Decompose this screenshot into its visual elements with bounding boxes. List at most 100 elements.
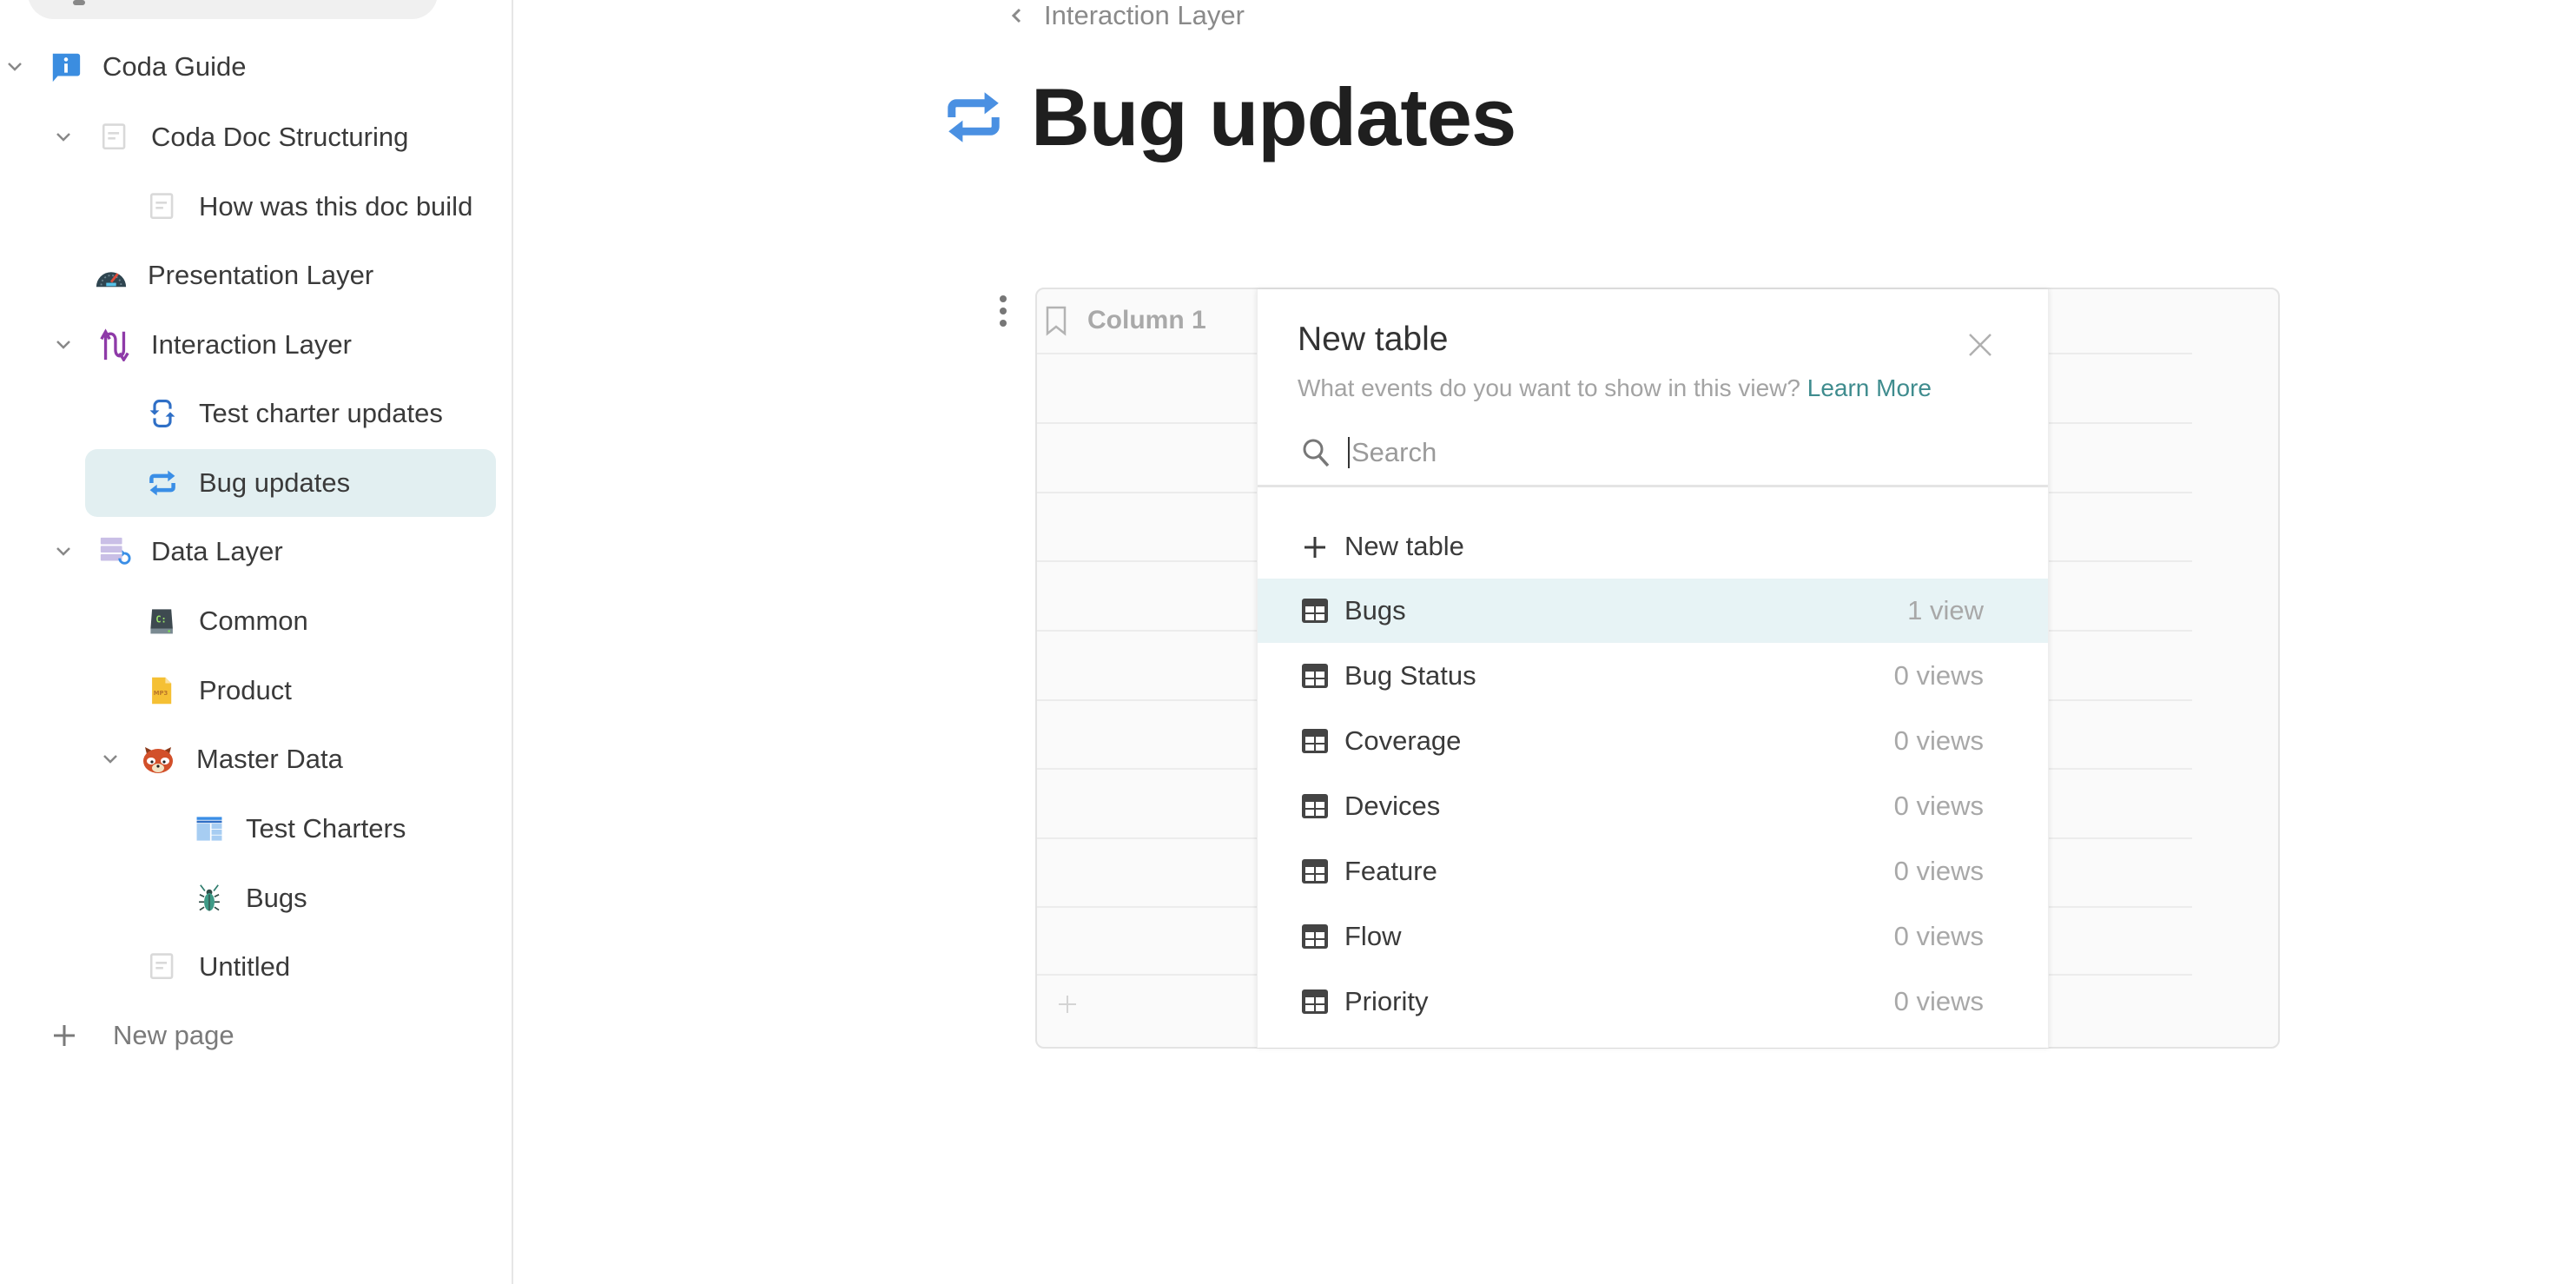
sidebar-item-common[interactable]: C: Common <box>0 587 495 655</box>
svg-text:MP3: MP3 <box>154 690 168 697</box>
refresh-arrows-icon <box>145 396 180 431</box>
option-label: New table <box>1344 531 1464 561</box>
sidebar-item-coda-guide[interactable]: Coda Guide <box>0 33 495 101</box>
column-header-label: Column 1 <box>1087 306 1206 334</box>
table-icon <box>1302 794 1328 818</box>
info-speech-bubble-icon <box>49 50 83 84</box>
sidebar-item-product[interactable]: MP3 Product <box>0 657 495 725</box>
breadcrumb[interactable]: Interaction Layer <box>1007 0 1245 31</box>
learn-more-link[interactable]: Learn More <box>1807 374 1932 401</box>
dialog-subtitle: What events do you want to show in this … <box>1298 374 1932 402</box>
sidebar-item-label: Interaction Layer <box>151 329 352 360</box>
sidebar-item-label: Test charter updates <box>199 398 443 428</box>
sidebar-item-untitled[interactable]: Untitled <box>0 933 495 1001</box>
view-count: 0 views <box>1893 986 1984 1016</box>
table-option[interactable]: Bugs 1 view <box>1258 579 2048 643</box>
chevron-down-icon[interactable] <box>50 124 76 150</box>
chevron-down-icon[interactable] <box>97 746 123 772</box>
view-count: 0 views <box>1893 791 1984 821</box>
table-option[interactable]: Bug Status 0 views <box>1258 644 2048 708</box>
view-count: 0 views <box>1893 660 1984 691</box>
sidebar-item-test-charters[interactable]: Test Charters <box>0 795 495 863</box>
sidebar-item-label: Bugs <box>246 883 307 913</box>
table-option[interactable]: Coverage 0 views <box>1258 709 2048 773</box>
sidebar-item-coda-doc-structuring[interactable]: Coda Doc Structuring <box>0 103 495 171</box>
add-row-icon[interactable] <box>1056 993 1079 1016</box>
chevron-down-icon[interactable] <box>50 332 76 358</box>
repeat-arrows-icon[interactable] <box>942 86 1005 149</box>
sidebar-item-bug-updates[interactable]: Bug updates <box>85 449 496 517</box>
breadcrumb-parent: Interaction Layer <box>1044 0 1245 30</box>
option-label: Coverage <box>1344 725 1462 756</box>
option-label: Flow <box>1344 921 1402 951</box>
table-layout-icon <box>192 811 227 846</box>
bookmark-icon <box>1046 306 1067 336</box>
sidebar-item-label: Coda Doc Structuring <box>151 122 409 152</box>
drive-c-icon: C: <box>145 604 180 639</box>
option-label: Priority <box>1344 986 1429 1016</box>
page-icon <box>145 950 180 984</box>
table-option[interactable]: Flow 0 views <box>1258 904 2048 969</box>
table-option[interactable]: Priority 0 views <box>1258 970 2048 1034</box>
svg-text:C:: C: <box>155 616 166 625</box>
more-options-icon[interactable] <box>997 295 1009 327</box>
search-input[interactable] <box>1348 436 1956 468</box>
sidebar-item-test-charter-updates[interactable]: Test charter updates <box>0 380 495 447</box>
view-count: 0 views <box>1893 921 1984 951</box>
sidebar-item-presentation-layer[interactable]: Presentation Layer <box>0 242 495 309</box>
database-refresh-icon <box>97 534 132 569</box>
beetle-icon <box>192 881 227 916</box>
search-field[interactable] <box>1258 420 2048 487</box>
table-icon <box>1302 729 1328 753</box>
close-icon[interactable] <box>1966 331 1994 359</box>
table-icon <box>1302 599 1328 623</box>
red-panda-icon <box>141 742 175 777</box>
sidebar-item-label: Coda Guide <box>102 51 247 82</box>
sidebar-item-label: Product <box>199 675 292 705</box>
table-option[interactable]: Devices 0 views <box>1258 774 2048 838</box>
option-label: Bugs <box>1344 595 1406 625</box>
sidebar-item-interaction-layer[interactable]: Interaction Layer <box>0 311 495 379</box>
dialog-title: New table <box>1298 321 1449 358</box>
repeat-arrows-icon <box>145 466 180 500</box>
mp3-file-icon: MP3 <box>145 673 180 708</box>
column-header[interactable]: Column 1 <box>1044 305 1206 336</box>
sidebar-item-how-was-this-doc-build[interactable]: How was this doc build <box>0 173 495 241</box>
sidebar-item-label: Master Data <box>196 744 343 774</box>
search-icon <box>1303 439 1330 467</box>
page-header: Bug updates <box>942 69 1516 165</box>
sidebar-item-label: Bug updates <box>199 467 351 498</box>
sidebar-item-master-data[interactable]: Master Data <box>0 725 495 793</box>
view-count: 0 views <box>1893 856 1984 886</box>
sidebar-item-label: Presentation Layer <box>148 260 374 290</box>
sidebar-search-bar[interactable] <box>28 0 438 19</box>
sidebar-item-label: Data Layer <box>151 536 283 566</box>
page-title[interactable]: Bug updates <box>1031 70 1516 164</box>
new-page-button[interactable]: New page <box>49 1020 234 1051</box>
chevron-down-icon[interactable] <box>50 539 76 565</box>
sidebar: Coda Guide Coda Doc Structuring How was … <box>0 0 513 1284</box>
table-icon <box>1302 664 1328 688</box>
view-count: 1 view <box>1907 595 1984 625</box>
sidebar-item-label: Common <box>199 606 308 636</box>
plus-icon <box>1305 537 1325 558</box>
sidebar-item-label: Untitled <box>199 951 291 982</box>
view-count: 0 views <box>1893 725 1984 756</box>
speedometer-icon <box>94 258 129 293</box>
sidebar-item-label: How was this doc build <box>199 191 473 222</box>
page-icon <box>145 189 180 224</box>
option-label: Bug Status <box>1344 660 1476 691</box>
table-option[interactable]: Feature 0 views <box>1258 839 2048 903</box>
chevron-left-icon <box>1011 8 1021 23</box>
sidebar-item-label: Test Charters <box>246 813 406 844</box>
new-table-option[interactable]: New table <box>1258 514 2048 579</box>
chevron-down-icon[interactable] <box>2 54 28 80</box>
sidebar-item-bugs[interactable]: Bugs <box>0 864 495 932</box>
new-page-label: New page <box>113 1020 234 1050</box>
page-icon <box>97 120 132 155</box>
new-table-dialog: New table What events do you want to sho… <box>1257 289 2049 1048</box>
dialog-subtitle-text: What events do you want to show in this … <box>1298 374 1800 401</box>
sidebar-item-data-layer[interactable]: Data Layer <box>0 518 495 586</box>
table-icon <box>1302 859 1328 884</box>
table-icon <box>1302 989 1328 1014</box>
